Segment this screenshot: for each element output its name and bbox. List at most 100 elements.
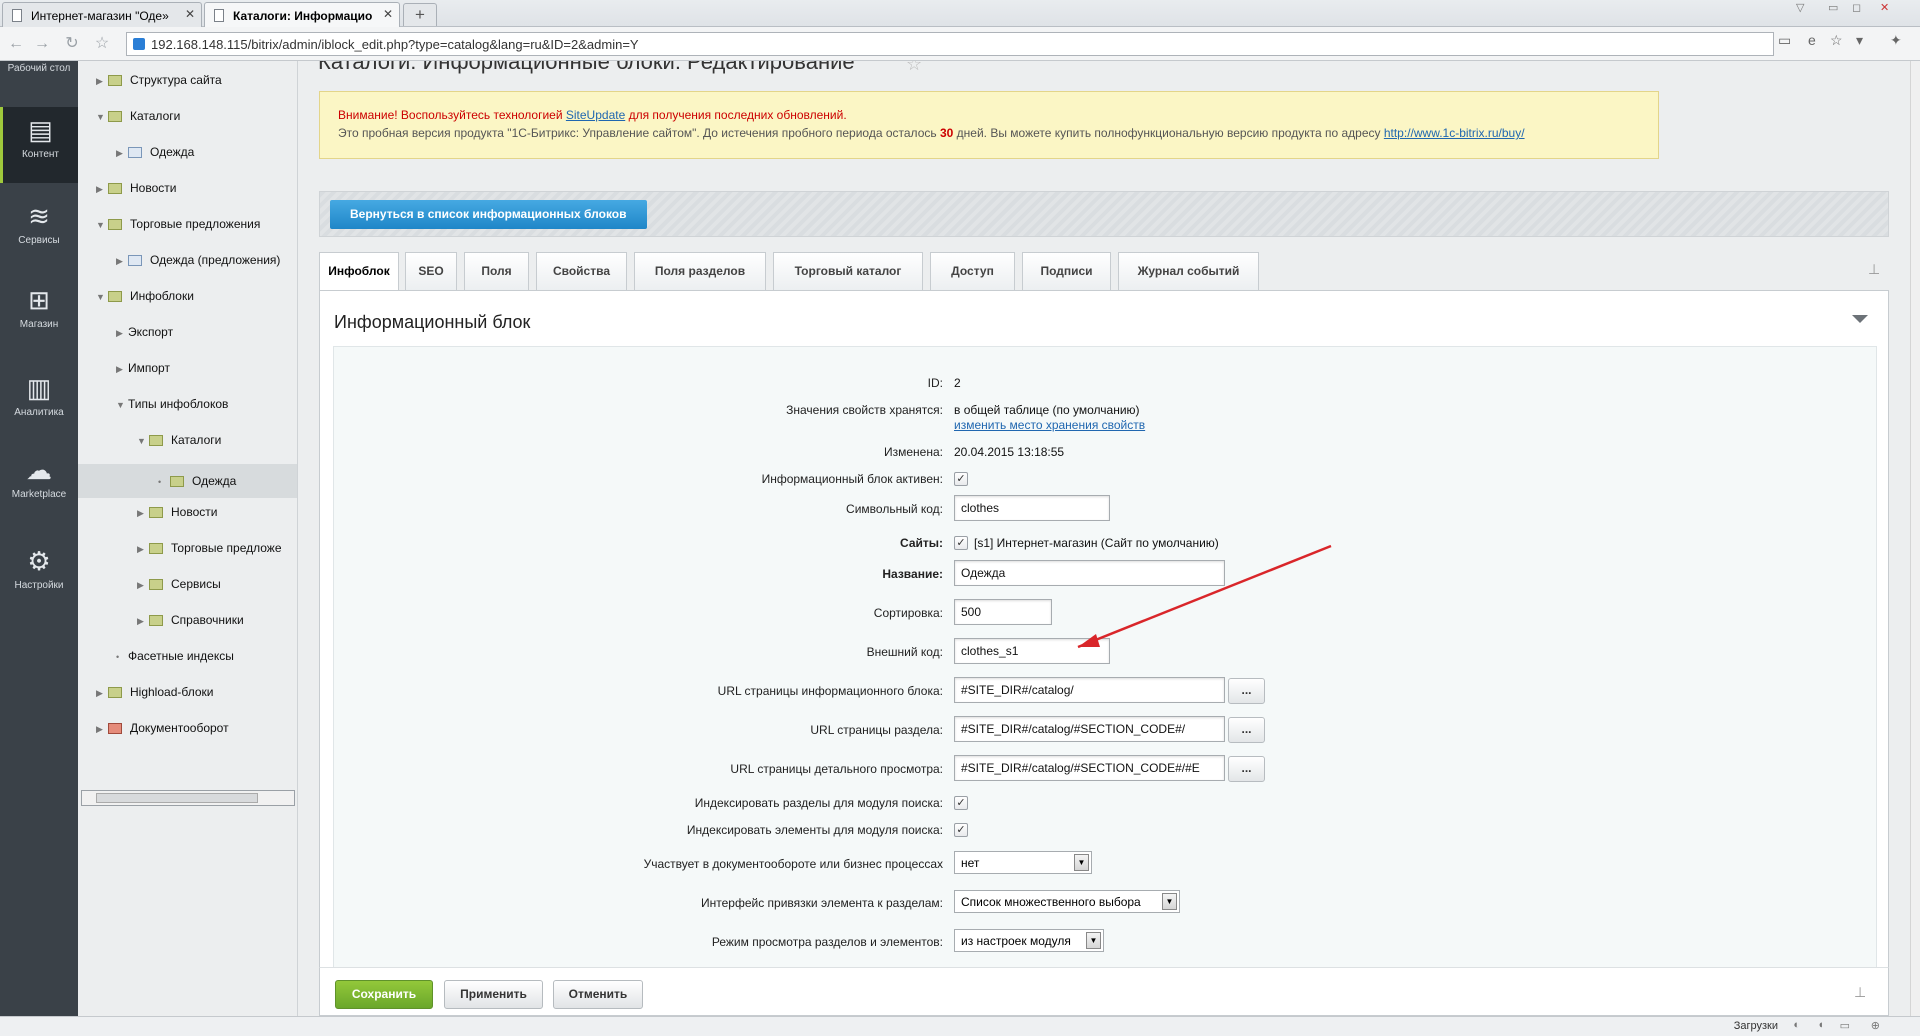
tab-seo[interactable]: SEO — [405, 252, 457, 290]
tab-captions[interactable]: Подписи — [1022, 252, 1111, 290]
reload-icon[interactable]: ↻ — [62, 34, 82, 54]
favorites-star-icon[interactable]: ☆ — [1830, 32, 1843, 49]
screen-icon[interactable]: ▭ — [1778, 32, 1791, 49]
tree-item-selected[interactable]: • Одежда — [158, 470, 236, 492]
pin-footer-icon[interactable]: ⊥ — [1854, 984, 1866, 1001]
tree-item[interactable]: ▶ Одежда (предложения) — [116, 249, 280, 271]
tools-icon[interactable]: ✦ — [1890, 32, 1902, 49]
change-storage-link[interactable]: изменить место хранения свойств — [954, 418, 1145, 432]
star-bookmark-icon[interactable]: ☆ — [92, 34, 112, 54]
close-tab-icon[interactable]: ✕ — [383, 7, 393, 21]
url-iblock-input[interactable]: #SITE_DIR#/catalog/ — [954, 677, 1225, 703]
tree-item[interactable]: ▶ Новости — [137, 501, 217, 523]
expand-arrow-icon[interactable]: ▶ — [96, 682, 108, 704]
site-checkbox[interactable]: ✓ — [954, 536, 968, 550]
expand-arrow-icon[interactable]: ▶ — [116, 358, 128, 380]
xml-id-input[interactable]: clothes_s1 — [954, 638, 1110, 664]
tree-item[interactable]: ▶ Торговые предложе — [137, 537, 282, 559]
bookmark-icon[interactable]: ▽ — [1796, 1, 1804, 14]
tab-trade-catalog[interactable]: Торговый каталог — [773, 252, 923, 290]
new-tab-button[interactable]: + — [403, 3, 437, 26]
url-detail-input[interactable]: #SITE_DIR#/catalog/#SECTION_CODE#/#E — [954, 755, 1225, 781]
close-tab-icon[interactable]: ✕ — [185, 7, 195, 21]
active-checkbox[interactable]: ✓ — [954, 472, 968, 486]
tab-iblock[interactable]: Инфоблок — [319, 252, 399, 291]
name-input[interactable]: Одежда — [954, 560, 1225, 586]
expand-arrow-icon[interactable]: ▼ — [137, 430, 149, 452]
expand-arrow-icon[interactable]: ▶ — [116, 142, 128, 164]
section-interface-select[interactable]: Список множественного выбора ▼ — [954, 890, 1180, 913]
url-detail-picker-button[interactable]: ... — [1228, 756, 1265, 782]
expand-arrow-icon[interactable]: ▶ — [137, 574, 149, 596]
url-section-input[interactable]: #SITE_DIR#/catalog/#SECTION_CODE#/ — [954, 716, 1225, 742]
speaker-icon[interactable]: ◐ — [1793, 1019, 1800, 1031]
expand-arrow-icon[interactable]: ▶ — [96, 178, 108, 200]
tree-item[interactable]: ▶ Импорт — [116, 357, 170, 379]
view-mode-select[interactable]: из настроек модуля ▼ — [954, 929, 1104, 952]
expand-arrow-icon[interactable]: ▶ — [96, 718, 108, 740]
tree-horizontal-scrollbar[interactable] — [81, 790, 295, 806]
window-icon[interactable]: ▭ — [1840, 1019, 1850, 1032]
tab-section-fields[interactable]: Поля разделов — [634, 252, 766, 290]
browser-tab-active[interactable]: Каталоги: Информацио ✕ — [204, 2, 400, 27]
menu-analytics[interactable]: ▥ Аналитика — [0, 373, 78, 433]
volume-icon[interactable]: ◖ — [1817, 1019, 1824, 1031]
tree-item[interactable]: ▶ Структура сайта — [96, 69, 222, 91]
expand-arrow-icon[interactable]: ▶ — [137, 538, 149, 560]
siteupdate-link[interactable]: SiteUpdate — [566, 108, 625, 122]
save-button[interactable]: Сохранить — [335, 980, 433, 1009]
expand-arrow-icon[interactable]: ▶ — [137, 610, 149, 632]
back-icon[interactable]: ← — [6, 34, 26, 54]
address-bar[interactable]: 192.168.148.115/bitrix/admin/iblock_edit… — [126, 32, 1774, 56]
menu-shop[interactable]: ⊞ Магазин — [0, 285, 78, 345]
expand-arrow-icon[interactable]: ▶ — [137, 502, 149, 524]
tree-item[interactable]: ▶ Новости — [96, 177, 176, 199]
menu-settings[interactable]: ⚙ Настройки — [0, 546, 78, 606]
apply-button[interactable]: Применить — [444, 980, 543, 1009]
downloads-label[interactable]: Загрузки — [1734, 1020, 1778, 1032]
url-iblock-picker-button[interactable]: ... — [1228, 678, 1265, 704]
expand-arrow-icon[interactable]: ▼ — [116, 394, 128, 416]
expand-arrow-icon[interactable]: ▼ — [96, 106, 108, 128]
page-vertical-scrollbar[interactable] — [1910, 61, 1920, 1016]
sort-input[interactable]: 500 — [954, 599, 1052, 625]
menu-marketplace[interactable]: ☁ Marketplace — [0, 455, 78, 515]
tree-item[interactable]: ▶ Highload-блоки — [96, 681, 213, 703]
expand-arrow-icon[interactable]: ▶ — [116, 322, 128, 344]
index-elements-checkbox[interactable]: ✓ — [954, 823, 968, 837]
zoom-icon[interactable]: ⊕ — [1871, 1019, 1880, 1032]
tree-item[interactable]: ▼ Каталоги — [137, 429, 221, 451]
expand-arrow-icon[interactable]: ▶ — [116, 250, 128, 272]
pin-icon[interactable]: ⊥ — [1868, 261, 1880, 278]
tree-item[interactable]: ▶ Сервисы — [137, 573, 221, 595]
tree-item[interactable]: ▶ Экспорт — [116, 321, 173, 343]
tab-fields[interactable]: Поля — [464, 252, 529, 290]
tree-item[interactable]: ▼ Торговые предложения — [96, 213, 260, 235]
menu-dropdown-icon[interactable]: ▾ — [1856, 32, 1863, 49]
forward-icon[interactable]: → — [32, 34, 52, 54]
tree-item[interactable]: ▼ Каталоги — [96, 105, 180, 127]
tree-item[interactable]: ▼ Инфоблоки — [96, 285, 194, 307]
code-input[interactable]: clothes — [954, 495, 1110, 521]
tab-access[interactable]: Доступ — [930, 252, 1015, 290]
scrollbar-thumb[interactable] — [96, 793, 258, 803]
cancel-button[interactable]: Отменить — [553, 980, 643, 1009]
workflow-select[interactable]: нет ▼ — [954, 851, 1092, 874]
index-sections-checkbox[interactable]: ✓ — [954, 796, 968, 810]
collapse-icon[interactable] — [1852, 315, 1868, 323]
url-section-picker-button[interactable]: ... — [1228, 717, 1265, 743]
buy-link[interactable]: http://www.1c-bitrix.ru/buy/ — [1384, 126, 1525, 140]
menu-desktop[interactable]: Рабочий стол — [0, 63, 78, 101]
tree-item[interactable]: • Фасетные индексы — [116, 645, 234, 667]
expand-arrow-icon[interactable]: ▶ — [96, 70, 108, 92]
tree-item[interactable]: ▼ Типы инфоблоков — [116, 393, 228, 415]
favorite-star-icon[interactable]: ☆ — [906, 61, 922, 75]
tree-item[interactable]: ▶ Одежда — [116, 141, 194, 163]
minimize-icon[interactable]: ▭ — [1828, 1, 1838, 14]
translate-icon[interactable]: e — [1808, 32, 1816, 48]
tree-item[interactable]: ▶ Документооборот — [96, 717, 229, 739]
tree-item[interactable]: ▶ Справочники — [137, 609, 244, 631]
close-window-icon[interactable]: ✕ — [1880, 1, 1889, 14]
menu-content[interactable]: ▤ Контент — [0, 107, 78, 183]
browser-tab[interactable]: Интернет-магазин "Оде» ✕ — [2, 2, 202, 27]
